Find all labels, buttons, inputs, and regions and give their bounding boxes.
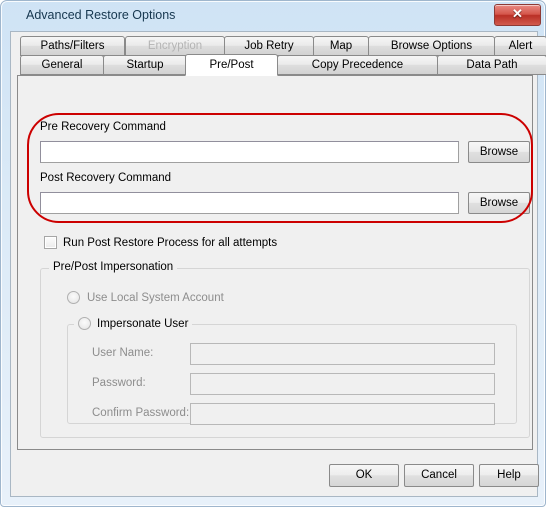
- impersonation-group-title: Pre/Post Impersonation: [49, 261, 178, 273]
- post-recovery-command-label: Post Recovery Command: [40, 172, 172, 184]
- tab-pre-post[interactable]: Pre/Post: [185, 54, 278, 76]
- run-post-restore-label: Run Post Restore Process for all attempt…: [63, 236, 278, 249]
- window-title: Advanced Restore Options: [26, 8, 176, 22]
- use-local-system-account-radio-row[interactable]: Use Local System Account: [67, 291, 224, 304]
- post-recovery-browse-button[interactable]: Browse: [468, 192, 530, 214]
- confirm-password-label: Confirm Password:: [92, 407, 190, 419]
- dialog-window: Advanced Restore Options ✕ Paths/Filters…: [0, 0, 546, 507]
- radio-icon-local-system[interactable]: [67, 291, 80, 304]
- tab-general[interactable]: General: [20, 55, 104, 75]
- tab-alert[interactable]: Alert: [494, 36, 546, 56]
- pre-recovery-command-label: Pre Recovery Command: [40, 121, 166, 133]
- checkbox-icon[interactable]: [44, 236, 57, 249]
- confirm-password-input[interactable]: [190, 403, 495, 425]
- tab-strip: Paths/Filters Encryption Job Retry Map B…: [11, 32, 546, 76]
- impersonate-user-legend[interactable]: Impersonate User: [74, 317, 193, 330]
- user-name-input[interactable]: [190, 343, 495, 365]
- pre-recovery-command-input[interactable]: [40, 141, 459, 163]
- ok-button[interactable]: OK: [329, 464, 399, 487]
- tab-job-retry[interactable]: Job Retry: [224, 36, 314, 56]
- help-button[interactable]: Help: [479, 464, 539, 487]
- tab-browse-options[interactable]: Browse Options: [368, 36, 495, 56]
- cancel-button[interactable]: Cancel: [404, 464, 474, 487]
- run-post-restore-checkbox-row[interactable]: Run Post Restore Process for all attempt…: [44, 236, 277, 249]
- impersonate-user-group: Impersonate User User Name: Password: Co…: [67, 317, 517, 425]
- dialog-client-area: Paths/Filters Encryption Job Retry Map B…: [10, 31, 546, 498]
- tab-paths-filters[interactable]: Paths/Filters: [20, 36, 125, 56]
- tab-encryption: Encryption: [125, 36, 225, 56]
- tab-copy-precedence[interactable]: Copy Precedence: [277, 55, 438, 75]
- radio-icon-impersonate-user[interactable]: [78, 317, 91, 330]
- close-button[interactable]: ✕: [494, 4, 541, 26]
- user-name-label: User Name:: [92, 347, 154, 359]
- dialog-button-bar: OK Cancel Help: [11, 456, 539, 498]
- pre-recovery-browse-button[interactable]: Browse: [468, 141, 530, 163]
- title-bar: Advanced Restore Options ✕: [1, 1, 546, 31]
- close-icon: ✕: [512, 6, 523, 21]
- tab-data-path[interactable]: Data Path: [437, 55, 546, 75]
- impersonate-user-label: Impersonate User: [97, 317, 189, 330]
- post-recovery-command-input[interactable]: [40, 192, 459, 214]
- tab-map[interactable]: Map: [313, 36, 369, 56]
- use-local-system-account-label: Use Local System Account: [87, 291, 224, 304]
- tab-panel-pre-post: Pre Recovery Command Browse Post Recover…: [17, 75, 533, 450]
- password-label: Password:: [92, 377, 146, 389]
- pre-post-impersonation-group: Pre/Post Impersonation Use Local System …: [40, 261, 530, 438]
- tab-startup[interactable]: Startup: [103, 55, 187, 75]
- password-input[interactable]: [190, 373, 495, 395]
